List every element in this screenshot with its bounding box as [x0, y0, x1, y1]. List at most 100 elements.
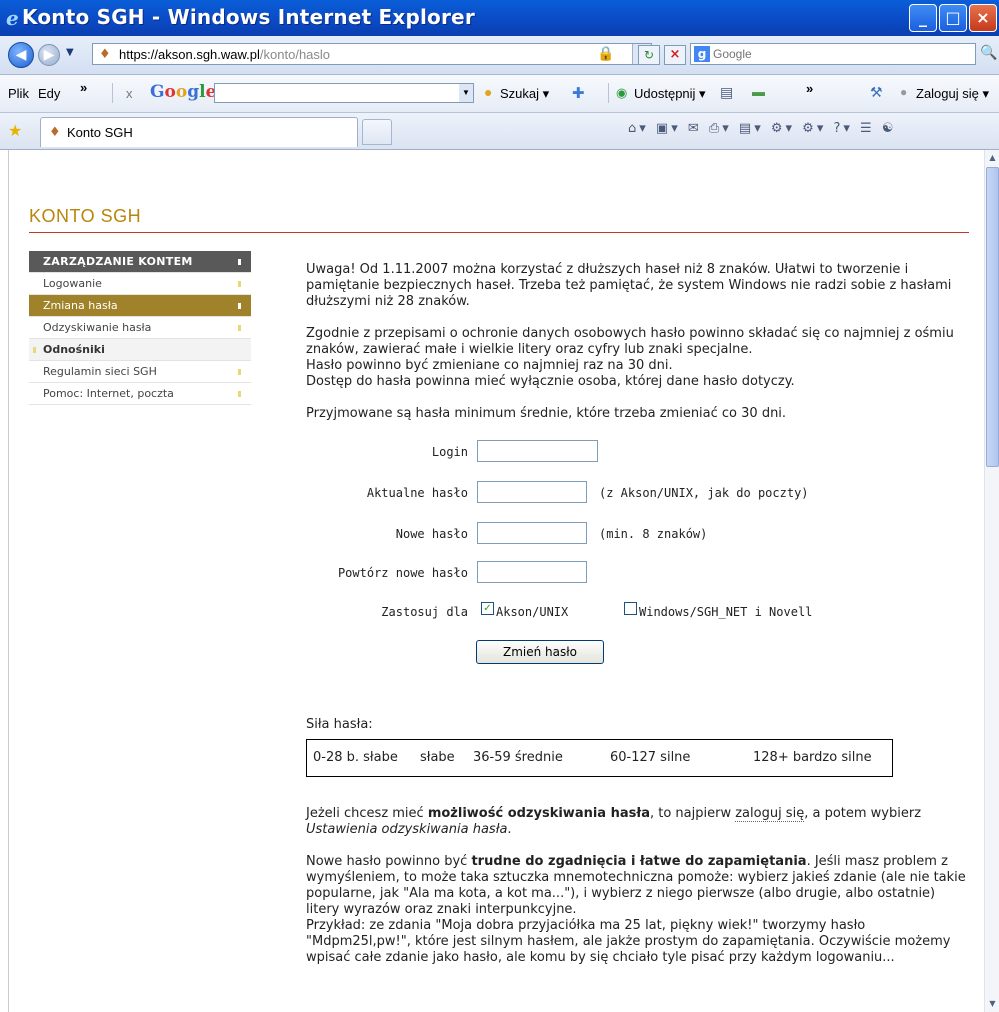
forward-button[interactable]: ▶ [38, 44, 60, 66]
toolbar-highlight-icon[interactable]: ▬ [752, 84, 765, 99]
menu-file[interactable]: Plik [8, 86, 29, 101]
address-bar[interactable]: ♦ https://akson.sgh.waw.pl/konto/haslo ▼ [92, 43, 652, 65]
login-input[interactable] [477, 440, 598, 462]
sidebar-header: ZARZĄDZANIE KONTEM [29, 251, 251, 273]
strength-level: 60-127 silne [610, 750, 691, 765]
tab-bar: ★ ♦ Konto SGH ⌂▾ ▣▾ ✉ ⎙▾ ▤▾ ⚙▾ ⚙▾ ?▾ ☰ ☯ [0, 113, 999, 150]
bullet-icon [238, 303, 241, 309]
share-icon: ◉ [616, 85, 628, 100]
policy-paragraph: Przyjmowane są hasła minimum średnie, kt… [306, 406, 787, 421]
rules-paragraph: Zgodnie z przepisami o ochronie danych o… [306, 326, 954, 389]
login-link[interactable]: zaloguj się [735, 806, 805, 822]
bullet-icon [238, 281, 241, 287]
site-title: KONTO SGH [29, 206, 142, 226]
scroll-up-icon[interactable]: ▲ [985, 150, 999, 166]
favorites-star-icon[interactable]: ★ [8, 121, 22, 140]
tips-paragraph: Nowe hasło powinno być trudne do zgadnię… [306, 854, 966, 965]
sidebar-item-pomoc[interactable]: Pomoc: Internet, poczta [29, 383, 251, 405]
toolbar-plus-icon[interactable]: ✚ [572, 84, 585, 102]
repeat-password-row: Powtórz nowe hasło [306, 561, 966, 585]
new-tab-button[interactable] [362, 119, 392, 145]
web-search-input[interactable] [713, 46, 963, 62]
minimize-icon: _ [919, 8, 927, 27]
tab-favicon-icon: ♦ [49, 125, 61, 140]
strength-level: 0-28 b. słabe [313, 750, 398, 765]
toolbar-share-button[interactable]: Udostępnij ▾ [634, 86, 706, 102]
intro-paragraph: Uwaga! Od 1.11.2007 można korzystać z dł… [306, 262, 952, 309]
address-toolbar: ◀ ▶ ▼ ♦ https://akson.sgh.waw.pl/konto/h… [0, 36, 999, 75]
toolbar-close-icon[interactable]: x [126, 86, 133, 101]
toolbar-window-icon[interactable]: ▤ [720, 84, 733, 101]
current-password-hint: (z Akson/UNIX, jak do poczty) [599, 486, 809, 500]
google-toolbar-dropdown-icon[interactable]: ▼ [459, 84, 473, 102]
windows-checkbox[interactable] [624, 602, 637, 615]
new-password-hint: (min. 8 znaków) [599, 527, 708, 541]
new-password-input[interactable] [477, 522, 587, 544]
url-text[interactable]: https://akson.sgh.waw.pl/konto/haslo [119, 47, 330, 62]
sidebar-item-logowanie[interactable]: Logowanie [29, 273, 251, 295]
scroll-thumb[interactable] [986, 167, 999, 467]
bullet-icon [238, 259, 241, 265]
login-avatar-icon: ● [900, 85, 908, 99]
recovery-paragraph: Jeżeli chcesz mieć możliwość odzyskiwani… [306, 806, 922, 837]
sidebar-section-odnosniki: Odnośniki [29, 339, 251, 361]
bullet-icon [238, 391, 241, 397]
toolbar-separator [112, 83, 113, 103]
sidebar-item-odzyskiwanie-hasla[interactable]: Odzyskiwanie hasła [29, 317, 251, 339]
command-bar-icons[interactable]: ⌂▾ ▣▾ ✉ ⎙▾ ▤▾ ⚙▾ ⚙▾ ?▾ ☰ ☯ [628, 121, 897, 136]
google-toolbar-input[interactable]: ▼ [214, 83, 474, 103]
bullet-icon [33, 347, 36, 353]
strength-legend: 0-28 b. słabe słabe 36-59 średnie 60-127… [306, 739, 893, 777]
maximize-button[interactable]: □ [939, 4, 967, 32]
stop-icon[interactable]: × [664, 45, 686, 65]
repeat-password-input[interactable] [477, 561, 587, 583]
google-search-icon: g [694, 46, 710, 62]
wrench-icon[interactable]: ⚒ [870, 84, 883, 101]
close-button[interactable]: × [969, 4, 997, 32]
login-row: Login [306, 440, 966, 464]
current-password-input[interactable] [477, 481, 587, 503]
menu-toolbar: Plik Edy » x Google ▼ ● Szukaj ▾ ✚ ◉ Udo… [0, 75, 999, 113]
maximize-icon: □ [945, 8, 961, 27]
lock-icon[interactable]: 🔒 [597, 46, 614, 62]
search-logo-icon: ● [484, 84, 493, 100]
windows-checkbox-label[interactable]: Windows/SGH_NET i Novell [639, 605, 812, 619]
change-password-button[interactable]: Zmień hasło [476, 640, 604, 664]
toolbar-overflow-chevron[interactable]: » [806, 81, 813, 96]
refresh-icon[interactable]: ↻ [638, 45, 660, 65]
apply-to-label: Zastosuj dla [381, 605, 468, 619]
intro-text: Uwaga! Od 1.11.2007 można korzystać z dł… [306, 262, 974, 438]
current-password-row: Aktualne hasło (z Akson/UNIX, jak do poc… [306, 481, 966, 505]
strength-level: 128+ bardzo silne [753, 750, 872, 765]
new-password-label: Nowe hasło [395, 527, 468, 541]
toolbar-login-button[interactable]: Zaloguj się ▾ [916, 86, 989, 102]
tab-label: Konto SGH [67, 125, 133, 140]
bullet-icon [238, 369, 241, 375]
repeat-password-label: Powtórz nowe hasło [337, 566, 468, 580]
new-password-row: Nowe hasło (min. 8 znaków) [306, 522, 966, 546]
tab-konto-sgh[interactable]: ♦ Konto SGH [40, 117, 358, 147]
akson-checkbox-label[interactable]: Akson/UNIX [496, 605, 568, 619]
strength-level: 36-59 średnie [473, 750, 563, 765]
login-label: Login [431, 445, 468, 459]
menu-overflow-chevron[interactable]: » [80, 80, 87, 95]
search-go-icon[interactable]: 🔍 [980, 45, 997, 61]
toolbar-search-button[interactable]: Szukaj ▾ [500, 86, 549, 102]
sidebar-item-zmiana-hasla[interactable]: Zmiana hasła [29, 295, 251, 317]
google-logo: Google [150, 82, 217, 102]
scroll-down-icon[interactable]: ▼ [985, 996, 999, 1012]
history-dropdown-icon[interactable]: ▼ [66, 47, 74, 58]
help-text: Jeżeli chcesz mieć możliwość odzyskiwani… [306, 806, 966, 982]
menu-edit[interactable]: Edy [38, 86, 60, 101]
back-button[interactable]: ◀ [8, 42, 34, 68]
minimize-button[interactable]: _ [909, 4, 937, 32]
apply-to-row: Zastosuj dla ✓ Akson/UNIX Windows/SGH_NE… [306, 600, 966, 624]
akson-checkbox[interactable]: ✓ [481, 602, 494, 615]
site-favicon-icon: ♦ [99, 47, 111, 62]
sidebar-menu: ZARZĄDZANIE KONTEM Logowanie Zmiana hasł… [29, 251, 251, 405]
vertical-scrollbar[interactable]: ▲ ▼ [984, 150, 999, 1012]
sidebar-item-regulamin[interactable]: Regulamin sieci SGH [29, 361, 251, 383]
toolbar-separator [608, 83, 609, 103]
strength-level: słabe [420, 750, 455, 765]
web-search-box[interactable]: g [690, 43, 976, 65]
